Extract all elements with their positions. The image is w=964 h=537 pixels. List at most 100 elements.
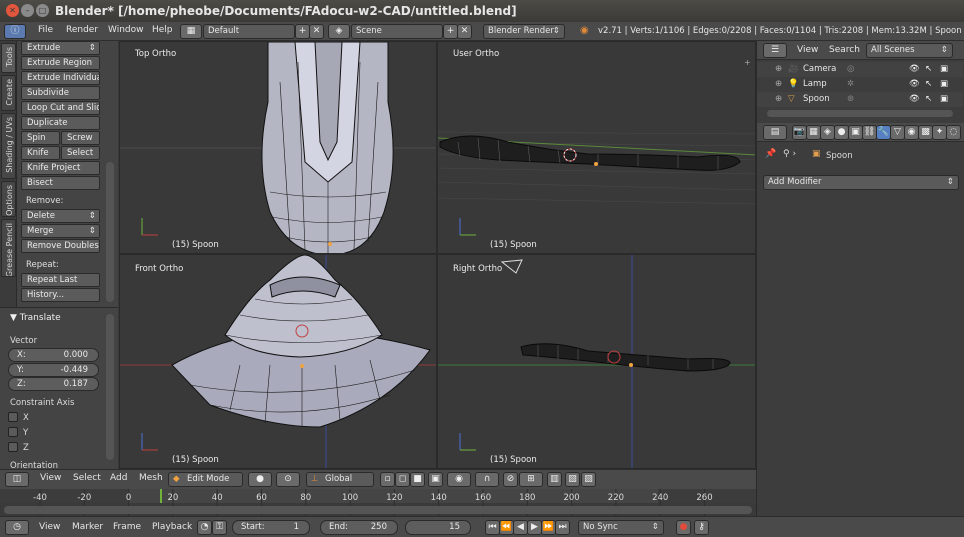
physics-tab-icon[interactable]: ◌ bbox=[946, 125, 961, 140]
snap-element-icon[interactable]: ⊞ bbox=[519, 472, 543, 487]
modifiers-tab-icon[interactable]: 🔧 bbox=[876, 125, 891, 140]
timeline-scrollbar[interactable] bbox=[4, 506, 752, 514]
selectable-arrow-icon[interactable]: ↖ bbox=[925, 92, 932, 107]
outliner-scrollbar[interactable] bbox=[767, 110, 953, 117]
opengl-render-icon[interactable]: ▧ bbox=[565, 472, 580, 487]
knife-project-button[interactable]: Knife Project bbox=[21, 161, 100, 175]
menu-marker[interactable]: Marker bbox=[72, 522, 103, 532]
constraint-y-checkbox[interactable] bbox=[8, 427, 18, 437]
sync-dropdown[interactable]: No Sync ⇕ bbox=[578, 520, 664, 535]
menu-playback[interactable]: Playback bbox=[152, 522, 192, 532]
merge-dropdown[interactable]: Merge ⇕ bbox=[21, 224, 100, 238]
editor-type-3dview-icon[interactable]: ◫ bbox=[5, 472, 29, 487]
editor-type-info-icon[interactable]: ⓘ bbox=[4, 24, 26, 39]
screen-layout-icon[interactable]: ▦ bbox=[180, 24, 202, 39]
next-keyframe-icon[interactable]: ⏩ bbox=[541, 520, 556, 535]
selectable-arrow-icon[interactable]: ↖ bbox=[925, 62, 932, 77]
menu-add[interactable]: Add bbox=[110, 473, 127, 483]
add-modifier-dropdown[interactable]: Add Modifier ⇕ bbox=[763, 175, 959, 190]
jump-end-icon[interactable]: ⏭ bbox=[555, 520, 570, 535]
menu-frame[interactable]: Frame bbox=[113, 522, 141, 532]
outliner-item-spoon[interactable]: ⊕ ▽ Spoon ⊛ 👁 ↖ ▣ bbox=[757, 92, 963, 107]
outliner-menu-search[interactable]: Search bbox=[829, 45, 860, 55]
scene-icon[interactable]: ◈ bbox=[328, 24, 350, 39]
preview-range-icon[interactable]: ◔ bbox=[197, 520, 212, 535]
tab-create[interactable]: Create bbox=[1, 75, 16, 111]
prev-keyframe-icon[interactable]: ⏪ bbox=[499, 520, 514, 535]
viewport-properties-toggle-icon[interactable]: + bbox=[744, 58, 753, 67]
scene-field[interactable]: Scene bbox=[351, 24, 443, 39]
delete-dropdown[interactable]: Delete ⇕ bbox=[21, 209, 100, 223]
outliner-item-lamp[interactable]: ⊕ 💡 Lamp ✲ 👁 ↖ ▣ bbox=[757, 77, 963, 92]
play-icon[interactable]: ▶ bbox=[527, 520, 542, 535]
visibility-eye-icon[interactable]: 👁 bbox=[909, 62, 920, 77]
visibility-eye-icon[interactable]: 👁 bbox=[909, 92, 920, 107]
operator-panel-header[interactable]: ▼ Translate bbox=[10, 313, 61, 323]
editor-type-outliner-icon[interactable]: ☰ bbox=[763, 43, 787, 58]
screen-layout-field[interactable]: Default bbox=[203, 24, 295, 39]
face-select-icon[interactable]: ■ bbox=[410, 472, 425, 487]
end-frame-field[interactable]: End: 250 bbox=[320, 520, 398, 535]
record-icon[interactable]: ● bbox=[676, 520, 691, 535]
render-layers-tab-icon[interactable]: ▦ bbox=[806, 125, 821, 140]
render-only-icon[interactable]: ▥ bbox=[547, 472, 562, 487]
editor-type-timeline-icon[interactable]: ◷ bbox=[5, 520, 29, 535]
constraint-z-checkbox[interactable] bbox=[8, 442, 18, 452]
menu-mesh[interactable]: Mesh bbox=[139, 473, 163, 483]
tool-shelf-scrollbar[interactable] bbox=[106, 162, 114, 302]
screw-button[interactable]: Screw bbox=[61, 131, 100, 145]
render-tab-icon[interactable]: 📷 bbox=[792, 125, 807, 140]
knife-select-button[interactable]: Select bbox=[61, 146, 100, 160]
remove-doubles-button[interactable]: Remove Doubles bbox=[21, 239, 100, 253]
add-scene-icon[interactable]: + bbox=[443, 24, 458, 39]
duplicate-button[interactable]: Duplicate bbox=[21, 116, 100, 130]
current-frame-field[interactable]: 15 bbox=[405, 520, 471, 535]
outliner-menu-view[interactable]: View bbox=[797, 45, 818, 55]
world-tab-icon[interactable]: ● bbox=[834, 125, 849, 140]
subdivide-button[interactable]: Subdivide bbox=[21, 86, 100, 100]
menu-timeline-view[interactable]: View bbox=[39, 522, 60, 532]
tab-shading-uvs[interactable]: Shading / UVs bbox=[1, 113, 16, 179]
visibility-eye-icon[interactable]: 👁 bbox=[909, 77, 920, 92]
render-camera-icon[interactable]: ▣ bbox=[940, 92, 948, 107]
vertex-select-icon[interactable]: ▫ bbox=[380, 472, 395, 487]
menu-help[interactable]: Help bbox=[152, 25, 173, 35]
mode-dropdown[interactable]: ◆ Edit Mode bbox=[168, 472, 243, 487]
texture-tab-icon[interactable]: ▩ bbox=[918, 125, 933, 140]
vector-z-field[interactable]: Z: 0.187 bbox=[8, 377, 99, 391]
constraint-x-checkbox[interactable] bbox=[8, 412, 18, 422]
viewport-user-ortho[interactable]: User Ortho (15) Spoon + bbox=[437, 41, 756, 254]
operator-panel-scrollbar[interactable] bbox=[106, 314, 114, 460]
menu-view[interactable]: View bbox=[40, 473, 61, 483]
menu-render[interactable]: Render bbox=[66, 25, 98, 35]
vector-y-field[interactable]: Y: -0.449 bbox=[8, 363, 99, 377]
occlude-geometry-icon[interactable]: ▣ bbox=[428, 472, 443, 487]
outliner-display-dropdown[interactable]: All Scenes ⇕ bbox=[866, 43, 953, 58]
add-layout-icon[interactable]: + bbox=[295, 24, 310, 39]
close-window-icon[interactable]: ✕ bbox=[6, 4, 19, 17]
falloff-icon[interactable]: ∩ bbox=[475, 472, 499, 487]
remove-scene-icon[interactable]: ✕ bbox=[457, 24, 472, 39]
menu-select[interactable]: Select bbox=[73, 473, 101, 483]
render-camera-icon[interactable]: ▣ bbox=[940, 77, 948, 92]
tab-tools[interactable]: Tools bbox=[1, 43, 16, 73]
viewport-shading-icon[interactable]: ● bbox=[248, 472, 272, 487]
snap-toggle-icon[interactable]: ⊘ bbox=[503, 472, 518, 487]
pivot-point-icon[interactable]: ⊙ bbox=[276, 472, 300, 487]
data-tab-icon[interactable]: ▽ bbox=[890, 125, 905, 140]
knife-button[interactable]: Knife bbox=[21, 146, 60, 160]
loop-cut-button[interactable]: Loop Cut and Slide bbox=[21, 101, 100, 115]
repeat-last-button[interactable]: Repeat Last bbox=[21, 273, 100, 287]
render-engine-dropdown[interactable]: Blender Render ⇕ bbox=[483, 24, 565, 39]
transform-orientation-dropdown[interactable]: ⊥ Global bbox=[306, 472, 374, 487]
extrude-individual-button[interactable]: Extrude Individual bbox=[21, 71, 100, 85]
editor-type-properties-icon[interactable]: ▤ bbox=[763, 125, 787, 140]
bisect-button[interactable]: Bisect bbox=[21, 176, 100, 190]
menu-file[interactable]: File bbox=[38, 25, 53, 35]
remove-layout-icon[interactable]: ✕ bbox=[309, 24, 324, 39]
keying-set-icon[interactable]: ⚷ bbox=[694, 520, 709, 535]
particles-tab-icon[interactable]: ✦ bbox=[932, 125, 947, 140]
scene-tab-icon[interactable]: ◈ bbox=[820, 125, 835, 140]
play-reverse-icon[interactable]: ◀ bbox=[513, 520, 528, 535]
viewport-front-ortho[interactable]: Front Ortho (15) Spoon bbox=[119, 254, 437, 469]
